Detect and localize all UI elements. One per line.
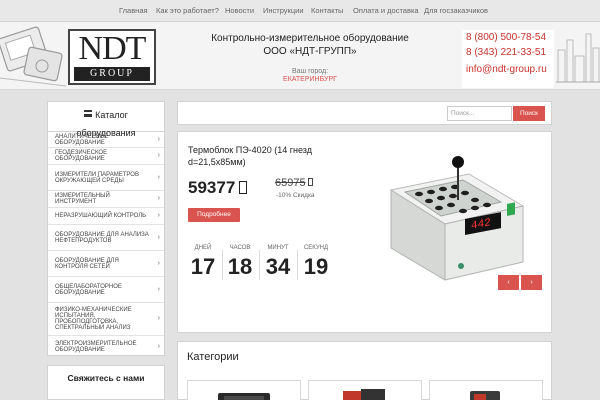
countdown-hours-value: 18 <box>227 254 253 279</box>
category-card[interactable] <box>429 380 543 400</box>
chevron-right-icon: › <box>157 285 160 293</box>
chevron-right-icon: › <box>157 233 160 241</box>
catalog-item-label: Измерительный инструмент <box>55 193 110 205</box>
nav-contacts-link[interactable]: Контакты <box>311 6 343 15</box>
category-card[interactable] <box>308 380 422 400</box>
search-input[interactable] <box>447 106 512 121</box>
categories-section: Категории <box>177 341 552 400</box>
countdown-hours-label: Часов <box>229 245 251 251</box>
countdown-minutes-label: Минут <box>267 245 289 251</box>
chevron-right-icon: › <box>157 343 160 350</box>
catalog-item-analytical[interactable]: Аналитическое оборудование › <box>48 132 164 148</box>
ruble-icon <box>239 181 248 194</box>
tagline-line-1: Контрольно-измерительное оборудование <box>211 33 409 44</box>
catalog-item-label: Электроизмерительное оборудование <box>55 341 137 353</box>
catalog-item-label: Оборудование для анализа нефтепродуктов <box>55 231 149 244</box>
catalog-title-line-1: Каталог <box>95 110 128 120</box>
categories-title: Категории <box>187 351 239 363</box>
nav-home-link[interactable]: Главная <box>119 6 148 15</box>
catalog-item-measuring-tools[interactable]: Измерительный инструмент › <box>48 191 164 208</box>
price-value: 59377 <box>188 178 236 197</box>
phone-local[interactable]: 8 (343) 221-33-51 <box>466 47 546 58</box>
nav-how-it-works-link[interactable]: Как это работает? <box>156 6 219 15</box>
countdown-days-label: Дней <box>194 245 212 251</box>
countdown-divider <box>297 250 298 280</box>
catalog-item-ndt[interactable]: Неразрушающий контроль › <box>48 208 164 225</box>
contact-us-panel: Свяжитесь с нами <box>47 365 165 400</box>
contact-block: 8 (800) 500-78-54 8 (343) 221-33-51 info… <box>462 30 554 88</box>
chevron-right-icon: › <box>157 195 160 202</box>
menu-icon <box>84 110 93 118</box>
product-title[interactable]: Термоблок ПЭ-4020 (14 гнезд d=21,5х85мм) <box>188 144 348 168</box>
old-price-value: 65975 <box>275 177 306 189</box>
catalog-item-label: Общелабораторное оборудование <box>55 283 122 296</box>
search-bar: Поиск <box>177 101 552 125</box>
category-product-image <box>470 391 500 400</box>
nav-government-link[interactable]: Для госзаказчиков <box>424 6 488 15</box>
details-button[interactable]: Подробнее <box>188 208 240 222</box>
catalog-item-mechanical[interactable]: Физико-механические испытания, пробоподг… <box>48 303 164 336</box>
slider-controls: ‹ › <box>498 275 542 290</box>
site-header: NDT GROUP Контрольно-измерительное обору… <box>0 22 600 90</box>
chevron-right-icon: › <box>157 135 160 143</box>
next-slide-button[interactable]: › <box>521 275 542 290</box>
skyline-sketch-image <box>556 33 600 83</box>
top-navigation: Главная Как это работает? Новости Инстру… <box>0 0 600 22</box>
tagline-line-2: ООО «НДТ-ГРУПП» <box>263 46 357 57</box>
catalog-item-label: Оборудование для контроля сетей <box>55 257 119 270</box>
logo-text: NDT <box>78 30 147 67</box>
email-link[interactable]: info@ndt-group.ru <box>466 64 547 75</box>
catalog-item-label: Геодезическое оборудование <box>55 150 108 162</box>
chevron-right-icon: › <box>157 152 160 159</box>
product-promo: Термоблок ПЭ-4020 (14 гнезд d=21,5х85мм)… <box>177 131 552 333</box>
catalog-item-geodetic[interactable]: Геодезическое оборудование › <box>48 148 164 165</box>
catalog-item-label: Неразрушающий контроль <box>55 213 147 219</box>
chevron-right-icon: › <box>157 315 160 322</box>
chevron-right-icon: › <box>157 259 160 267</box>
catalog-item-lab[interactable]: Общелабораторное оборудование › <box>48 277 164 303</box>
catalog-item-networks[interactable]: Оборудование для контроля сетей › <box>48 251 164 277</box>
chevron-right-icon: › <box>157 212 160 219</box>
catalog-item-environment[interactable]: Измерители параметров окружающей среды › <box>48 165 164 191</box>
nav-news-link[interactable]: Новости <box>225 6 254 15</box>
site-logo[interactable]: NDT GROUP <box>68 29 156 85</box>
nav-payment-delivery-link[interactable]: Оплата и доставка <box>353 6 419 15</box>
chevron-right-icon: › <box>157 173 160 181</box>
catalog-item-label: Аналитическое оборудование <box>55 133 109 146</box>
ruble-icon <box>307 178 313 186</box>
chevron-left-icon: ‹ <box>507 279 510 286</box>
countdown-seconds-label: Секунд <box>303 245 329 251</box>
catalog-item-label: Измерители параметров окружающей среды <box>55 171 139 184</box>
catalog-item-petroleum[interactable]: Оборудование для анализа нефтепродуктов › <box>48 225 164 251</box>
countdown-days-value: 17 <box>190 254 216 279</box>
discount-label: -10% Скидка <box>276 192 315 199</box>
category-product-image <box>343 389 385 400</box>
countdown-divider <box>259 250 260 280</box>
catalog-header: Каталог оборудования <box>48 102 164 138</box>
search-button[interactable]: Поиск <box>513 106 545 121</box>
catalog-item-electrical[interactable]: Электроизмерительное оборудование › <box>48 336 164 358</box>
countdown-seconds-value: 19 <box>303 254 329 279</box>
city-selector[interactable]: ЕКАТЕРИНБУРГ <box>260 76 360 83</box>
thermoblock-product-image[interactable]: 442 <box>383 150 533 290</box>
logo-subtext: GROUP <box>74 67 150 81</box>
chevron-right-icon: › <box>530 279 533 286</box>
catalog-sidebar: Каталог оборудования Аналитическое обору… <box>47 101 165 356</box>
city-label: Ваш город: <box>291 68 329 75</box>
prev-slide-button[interactable]: ‹ <box>498 275 519 290</box>
category-card[interactable] <box>187 380 301 400</box>
phone-tollfree[interactable]: 8 (800) 500-78-54 <box>466 32 546 43</box>
contact-us-title: Свяжитесь с нами <box>67 373 145 383</box>
product-price: 59377 <box>188 178 248 198</box>
countdown-minutes-value: 34 <box>265 254 291 279</box>
nav-instructions-link[interactable]: Инструкции <box>263 6 304 15</box>
category-product-image <box>218 393 270 400</box>
catalog-item-label: Физико-механические испытания, пробоподг… <box>55 307 132 331</box>
product-old-price: 65975 <box>275 177 313 189</box>
instrument-sketch-image <box>0 26 67 87</box>
company-tagline: Контрольно-измерительное оборудование ОО… <box>190 32 430 58</box>
